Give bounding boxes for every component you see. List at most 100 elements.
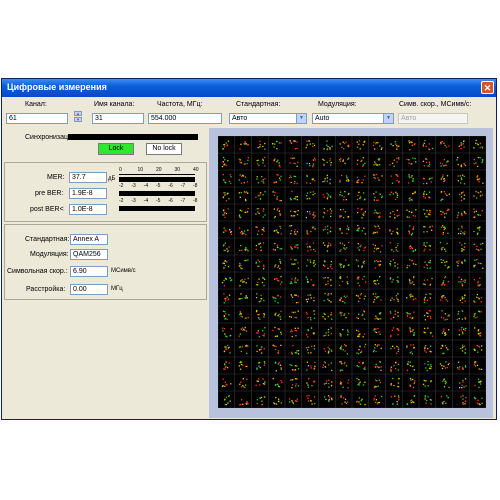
constellation-point (225, 164, 227, 166)
constellation-point (441, 248, 443, 250)
constellation-point (429, 267, 431, 269)
constellation-point (442, 174, 444, 176)
constellation-point (360, 351, 362, 354)
constellation-point (246, 297, 248, 299)
constellation-point (456, 318, 458, 321)
constellation-point (289, 315, 291, 318)
channel-up-button[interactable]: ▲ (74, 111, 82, 116)
constellation-point (279, 296, 282, 298)
constellation-point (228, 346, 230, 348)
constellation-point (325, 283, 327, 286)
constellation-point (257, 380, 259, 382)
constellation-point (293, 182, 295, 185)
constellation-point (293, 369, 295, 371)
constellation-point (357, 260, 359, 262)
constellation-point (377, 344, 379, 346)
constellation-point (378, 296, 380, 298)
constellation-point (458, 276, 460, 278)
constellation-point (390, 299, 392, 301)
standard-select[interactable]: Авто ▼ (229, 113, 307, 124)
constellation-point (373, 298, 376, 301)
constellation-point (263, 361, 265, 363)
constellation-point (343, 362, 345, 365)
title-bar[interactable]: Цифровые измерения ✕ (2, 79, 496, 97)
constellation-point (362, 384, 365, 386)
constellation-point (309, 182, 312, 184)
constellation-point (223, 227, 225, 229)
constellation-point (346, 276, 348, 278)
constellation-point (255, 284, 258, 286)
constellation-point (223, 350, 225, 353)
frequency-field[interactable]: 554.000 (148, 113, 222, 124)
constellation-point (247, 157, 249, 159)
constellation-point (277, 232, 280, 234)
constellation-point (431, 177, 433, 179)
constellation-point (263, 264, 265, 266)
constellation-point (473, 266, 475, 268)
channel-field[interactable]: 61 (6, 113, 68, 124)
channel-name-field[interactable]: 31 (92, 113, 144, 124)
constellation-point (313, 217, 315, 219)
constellation-point (477, 284, 480, 286)
constellation-point (329, 196, 332, 198)
constellation-point (293, 140, 295, 142)
symbol-rate-field: Авто (398, 113, 468, 124)
constellation-point (379, 251, 382, 253)
constellation-point (245, 234, 247, 236)
constellation-point (390, 143, 392, 145)
constellation-point (343, 217, 345, 219)
constellation-point (364, 381, 366, 383)
constellation-point (461, 248, 463, 250)
constellation-point (440, 165, 442, 167)
constellation-point (440, 141, 443, 143)
constellation-point (306, 140, 308, 142)
constellation-point (308, 197, 310, 199)
constellation-point (291, 364, 293, 366)
constellation-point (307, 246, 309, 248)
constellation-point (374, 209, 376, 211)
constellation-point (297, 295, 299, 297)
close-button[interactable]: ✕ (481, 81, 494, 94)
constellation-point (229, 277, 231, 279)
constellation-point (478, 381, 480, 383)
constellation-point (473, 147, 475, 149)
constellation-point (411, 282, 413, 284)
channel-down-button[interactable]: ▼ (74, 117, 82, 122)
param-symbol-rate-field[interactable]: 6.90 (70, 266, 108, 277)
constellation-point (443, 365, 445, 367)
modulation-select[interactable]: Auto ▼ (312, 113, 394, 124)
constellation-point (358, 401, 360, 403)
chevron-down-icon[interactable]: ▼ (296, 114, 306, 123)
constellation-point (274, 313, 276, 315)
constellation-point (410, 234, 413, 236)
constellation-point (343, 142, 346, 145)
chevron-down-icon[interactable]: ▼ (383, 114, 393, 123)
constellation-point (295, 383, 297, 385)
constellation-point (330, 301, 332, 303)
constellation-point (244, 326, 246, 329)
constellation-point (224, 260, 226, 262)
constellation-point (443, 213, 446, 215)
constellation-point (474, 362, 476, 364)
constellation-point (264, 362, 266, 364)
constellation-point (411, 199, 413, 201)
constellation-point (413, 346, 415, 349)
constellation-point (225, 348, 227, 350)
constellation-point (329, 230, 332, 232)
constellation-point (430, 364, 432, 366)
frequency-value: 554.000 (151, 115, 177, 122)
constellation-point (413, 395, 416, 397)
constellation-point (348, 229, 350, 231)
constellation-point (426, 279, 429, 281)
constellation-point (343, 247, 345, 249)
constellation-point (344, 401, 346, 403)
constellation-point (376, 279, 379, 281)
constellation-point (329, 147, 331, 149)
constellation-point (245, 282, 247, 284)
constellation-point (376, 403, 379, 405)
constellation-point (223, 249, 225, 252)
constellation-point (396, 180, 398, 182)
constellation-point (339, 284, 341, 287)
constellation-point (225, 313, 227, 315)
constellation-point (259, 143, 261, 146)
